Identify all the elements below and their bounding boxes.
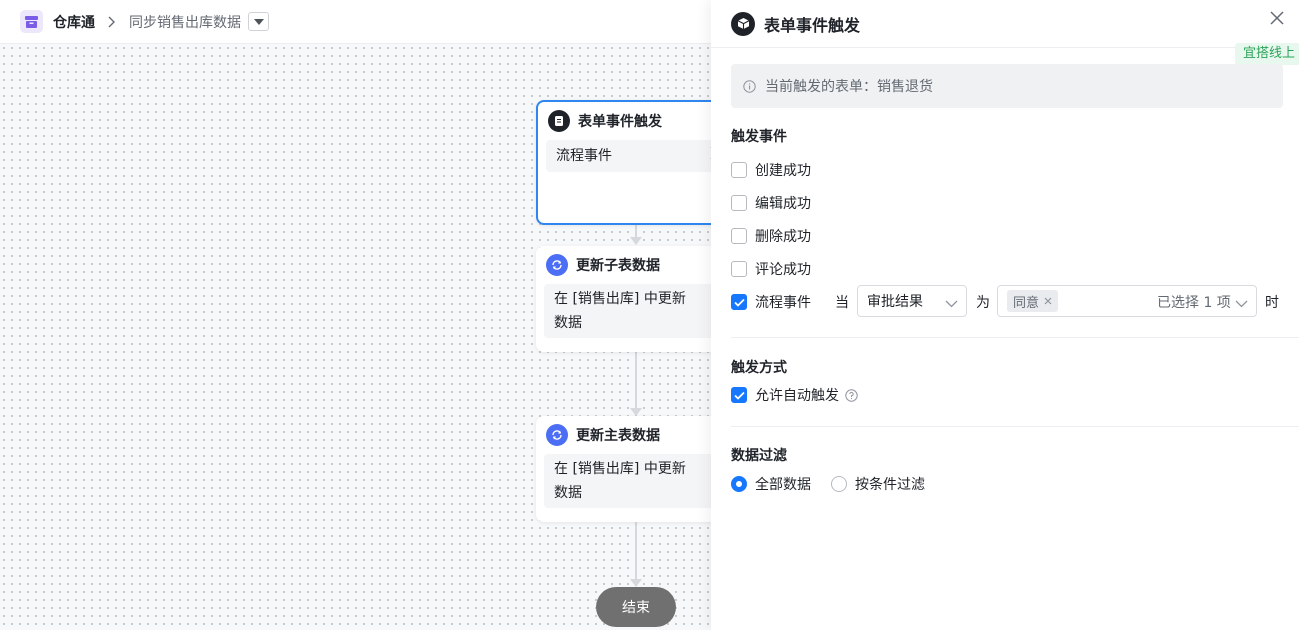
- field-select-value: 审批结果: [867, 294, 923, 310]
- chip-close-icon[interactable]: [1044, 294, 1052, 309]
- node-title: 更新主表数据: [576, 428, 660, 444]
- info-icon: [743, 79, 756, 93]
- node-header: 更新主表数据: [536, 416, 726, 454]
- radio-filter-by-condition[interactable]: 按条件过滤: [831, 474, 925, 494]
- field-select[interactable]: 审批结果: [857, 285, 967, 317]
- node-title: 表单事件触发: [578, 114, 662, 130]
- time-label: 时: [1265, 295, 1279, 311]
- radio-label: 按条件过滤: [855, 477, 925, 493]
- checkbox-process-event[interactable]: 流程事件: [731, 292, 811, 312]
- flow-node-update-maintable[interactable]: 更新主表数据 在 [销售出库] 中更新数据: [536, 416, 726, 522]
- divider: [731, 337, 1299, 338]
- flow-canvas[interactable]: 表单事件触发 流程事件 更新子表数据 在 [销售出库] 中更新数据 更新主表数据…: [0, 44, 726, 630]
- checkbox-edit-success[interactable]: 编辑成功: [731, 193, 811, 213]
- page-dropdown-button[interactable]: [248, 12, 269, 31]
- section-title-trigger-events: 触发事件: [731, 129, 787, 145]
- checkbox-label: 评论成功: [755, 262, 811, 278]
- info-text: 当前触发的表单：销售退货: [765, 79, 933, 95]
- node-header: 更新子表数据: [536, 246, 726, 284]
- connector-line: [635, 353, 637, 409]
- checkbox-checked[interactable]: [731, 387, 747, 403]
- help-icon[interactable]: [845, 388, 858, 402]
- cube-icon: [731, 11, 755, 36]
- checkbox-delete-success[interactable]: 删除成功: [731, 226, 811, 246]
- checkbox[interactable]: [731, 261, 747, 277]
- value-multiselect[interactable]: 同意 已选择 1 项: [997, 285, 1257, 317]
- selected-count: 已选择 1 项: [1157, 295, 1231, 311]
- node-header: 表单事件触发: [538, 102, 724, 140]
- is-label: 为: [976, 295, 990, 311]
- divider: [731, 426, 1299, 427]
- node-body[interactable]: 在 [销售出库] 中更新数据: [544, 454, 720, 508]
- checkbox-checked[interactable]: [731, 294, 747, 310]
- checkbox-label: 删除成功: [755, 229, 811, 245]
- checkbox[interactable]: [731, 228, 747, 244]
- section-title-data-filter: 数据过滤: [731, 448, 787, 464]
- node-body-text: 在 [销售出库] 中更新数据: [554, 291, 686, 331]
- connector-line: [635, 522, 637, 580]
- checkbox-create-success[interactable]: 创建成功: [731, 160, 811, 180]
- radio-all-data[interactable]: 全部数据: [731, 474, 811, 494]
- chevron-down-icon: [945, 296, 958, 312]
- value-chip-label: 同意: [1013, 295, 1040, 311]
- checkbox-label: 流程事件: [755, 295, 811, 311]
- chevron-down-icon: [1235, 296, 1248, 312]
- checkbox-auto-trigger[interactable]: 允许自动触发: [731, 385, 858, 405]
- checkbox-label: 创建成功: [755, 163, 811, 179]
- document-icon: [548, 110, 570, 132]
- checkbox-label: 允许自动触发: [755, 388, 839, 404]
- connector-arrow: [630, 237, 642, 245]
- node-body-text: 流程事件: [556, 148, 612, 164]
- radio[interactable]: [831, 476, 847, 492]
- checkbox-label: 编辑成功: [755, 196, 811, 212]
- connector-arrow: [630, 579, 642, 587]
- node-body-text: 在 [销售出库] 中更新数据: [554, 461, 686, 501]
- checkbox[interactable]: [731, 195, 747, 211]
- sync-icon: [546, 424, 568, 446]
- radio-label: 全部数据: [755, 477, 811, 493]
- node-title: 更新子表数据: [576, 258, 660, 274]
- page-name: 同步销售出库数据: [129, 14, 241, 31]
- chevron-right-icon: [107, 16, 117, 28]
- value-chip: 同意: [1007, 290, 1059, 312]
- info-banner: 当前触发的表单：销售退货: [731, 64, 1283, 108]
- connector-arrow: [630, 408, 642, 416]
- app-name[interactable]: 仓库通: [53, 12, 95, 32]
- node-body[interactable]: 流程事件: [546, 140, 718, 172]
- config-panel: 表单事件触发 宜搭线上 当前触发的表单：销售退货 触发事件 创建成功 编辑成功 …: [711, 0, 1299, 630]
- section-title-trigger-mode: 触发方式: [731, 360, 787, 376]
- checkbox-comment-success[interactable]: 评论成功: [731, 259, 811, 279]
- node-body[interactable]: 在 [销售出库] 中更新数据: [544, 284, 720, 338]
- environment-badge: 宜搭线上: [1234, 43, 1299, 65]
- panel-header: 表单事件触发: [711, 0, 1299, 48]
- flow-end-node[interactable]: 结束: [596, 587, 676, 627]
- sync-icon: [546, 254, 568, 276]
- when-label: 当: [835, 295, 849, 311]
- app-icon[interactable]: [20, 10, 43, 33]
- panel-title: 表单事件触发: [764, 15, 861, 35]
- radio-selected[interactable]: [731, 476, 747, 492]
- close-icon[interactable]: [1267, 8, 1287, 28]
- flow-node-update-subtable[interactable]: 更新子表数据 在 [销售出库] 中更新数据: [536, 246, 726, 352]
- flow-node-form-trigger[interactable]: 表单事件触发 流程事件: [536, 100, 726, 225]
- checkbox[interactable]: [731, 162, 747, 178]
